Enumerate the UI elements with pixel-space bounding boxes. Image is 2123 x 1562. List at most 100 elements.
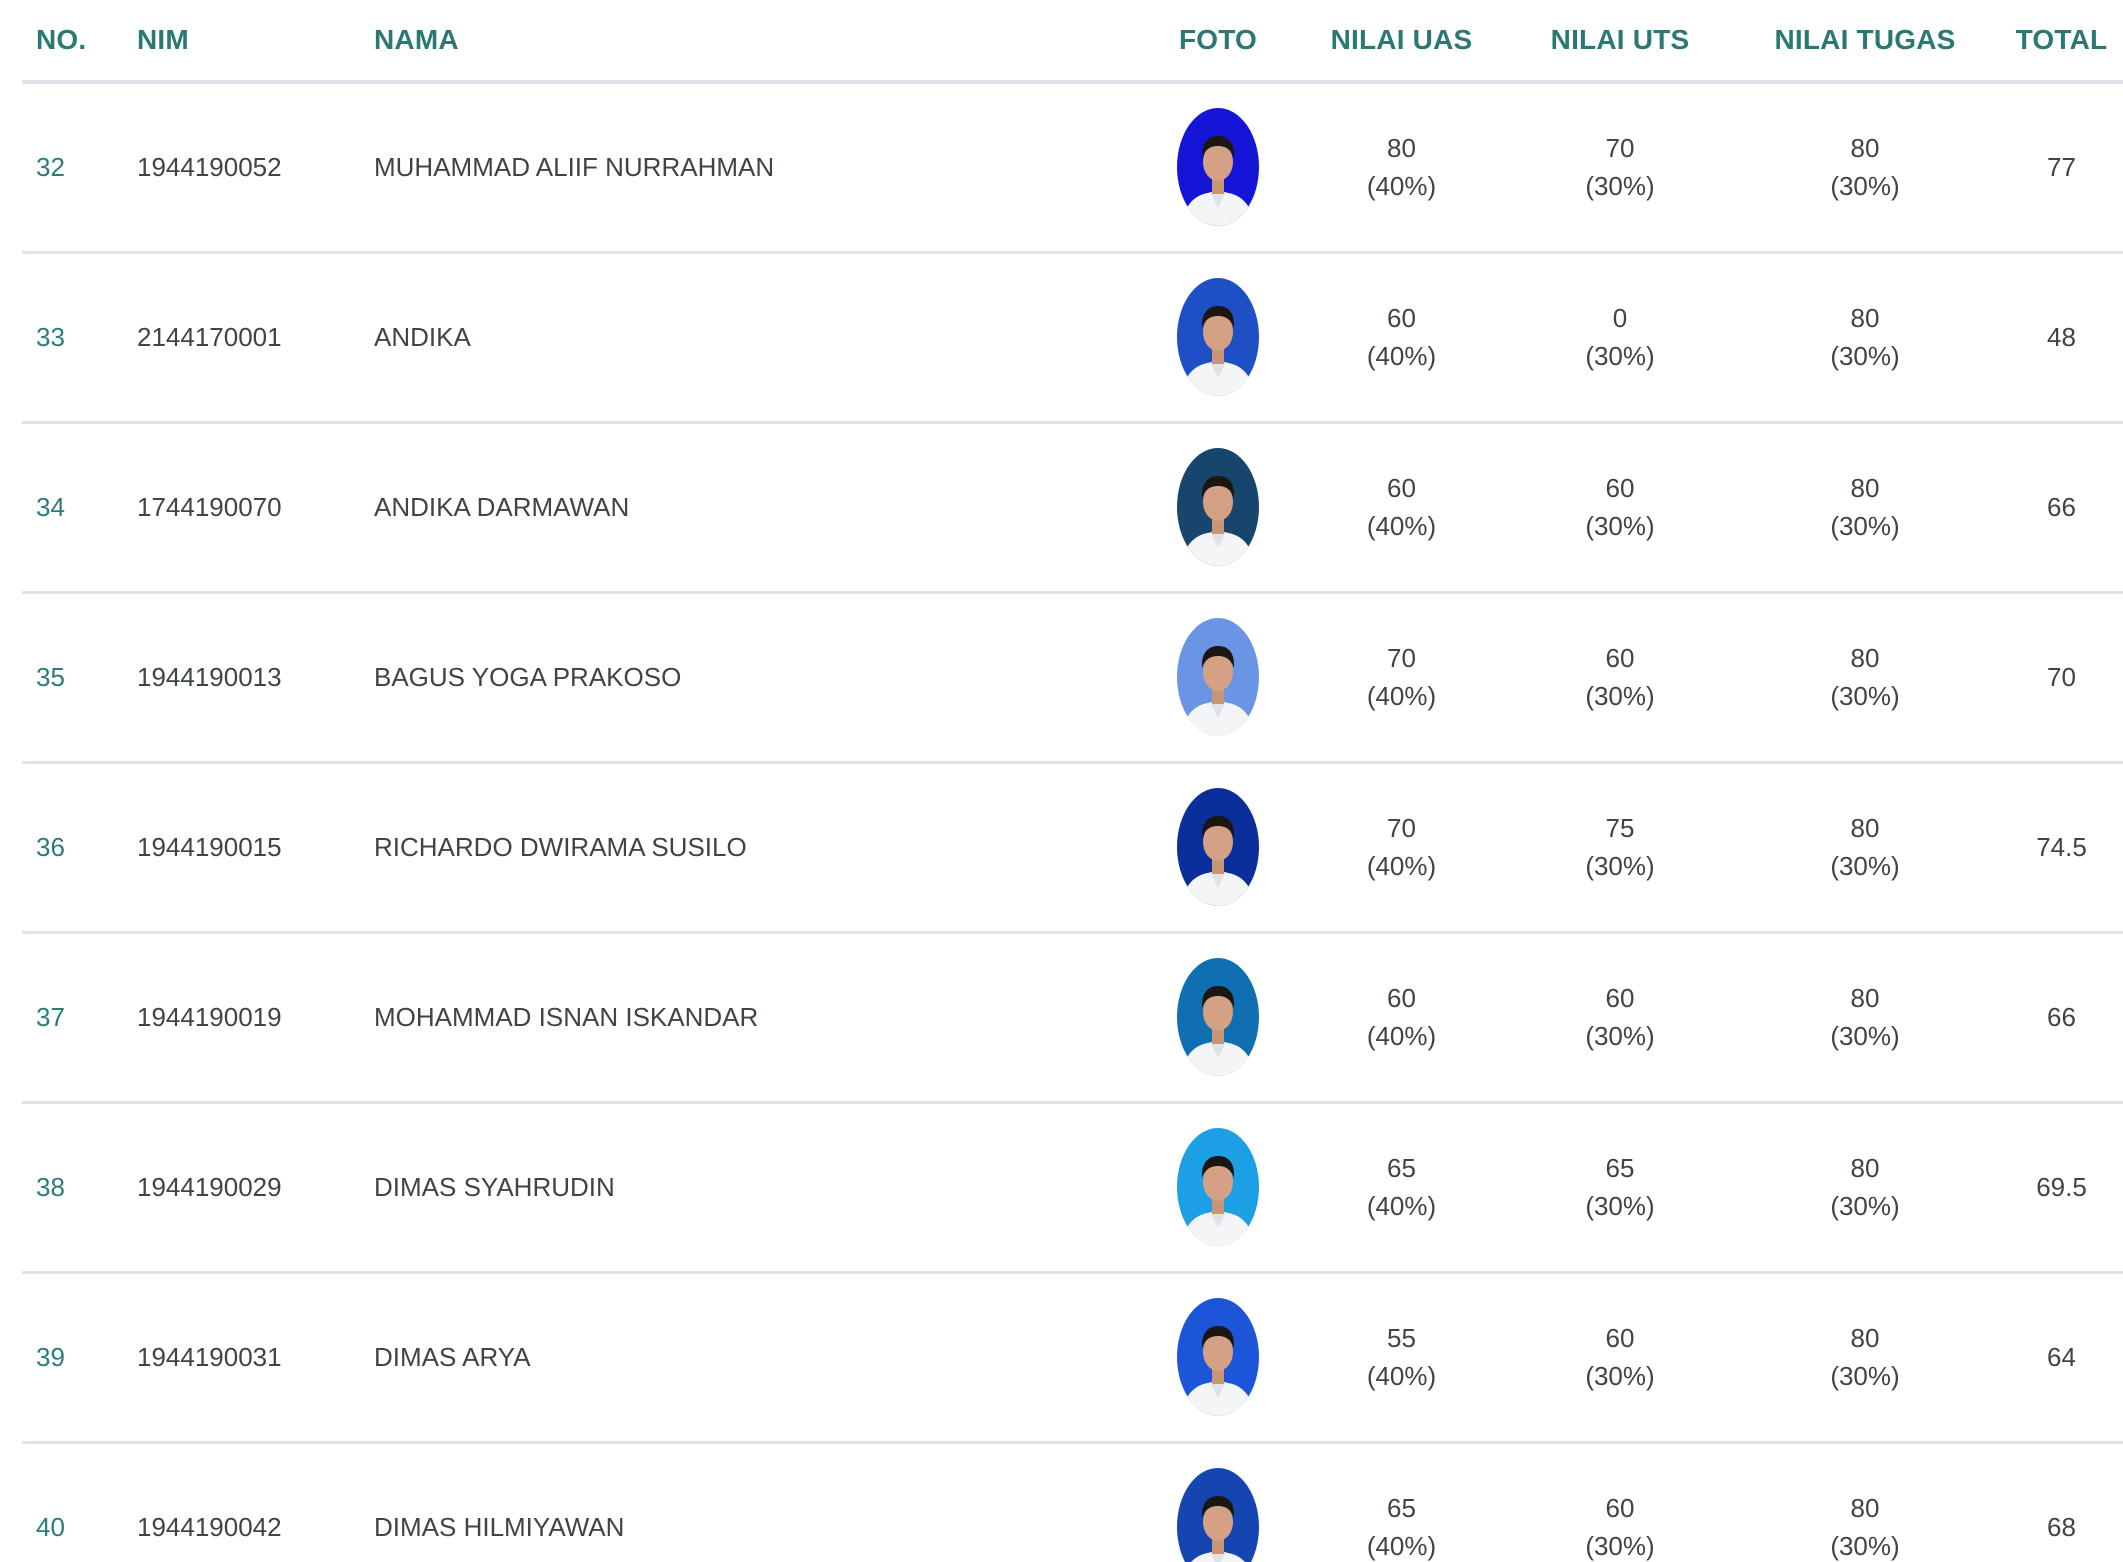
tugas-value: 80 — [1850, 133, 1880, 164]
row-nilai-tugas: 80 (30%) — [1730, 1102, 2000, 1272]
table-row: 39 1944190031 DIMAS ARYA 55 (40%) 60 (30%) — [22, 1272, 2123, 1442]
table-row: 34 1744190070 ANDIKA DARMAWAN 60 (40%) 60… — [22, 422, 2123, 592]
row-foto-cell — [1143, 422, 1293, 592]
row-nama: DIMAS HILMIYAWAN — [374, 1511, 625, 1542]
uas-value: 60 — [1387, 303, 1416, 333]
row-nama: MUHAMMAD ALIIF NURRAHMAN — [374, 151, 775, 182]
row-foto-cell — [1143, 762, 1293, 932]
uts-value: 65 — [1605, 1153, 1635, 1183]
row-nilai-uts: 0 (30%) — [1510, 252, 1730, 422]
uas-value: 70 — [1387, 813, 1416, 843]
row-nilai-uas: 60 (40%) — [1293, 252, 1510, 422]
tugas-weight: (30%) — [1830, 341, 1900, 371]
uas-weight: (40%) — [1366, 1191, 1437, 1221]
student-photo-image — [1177, 1128, 1259, 1246]
row-nim: 1944190019 — [137, 1001, 282, 1032]
row-foto-cell — [1143, 82, 1293, 252]
student-photo[interactable] — [1177, 278, 1259, 396]
tugas-weight: (30%) — [1830, 1361, 1900, 1391]
row-nilai-uas: 60 (40%) — [1293, 422, 1510, 592]
uas-value: 65 — [1387, 1153, 1416, 1183]
row-nilai-tugas: 80 (30%) — [1730, 1272, 2000, 1442]
table-row: 37 1944190019 MOHAMMAD ISNAN ISKANDAR 60… — [22, 932, 2123, 1102]
row-nama: ANDIKA — [374, 321, 471, 352]
uas-weight: (40%) — [1366, 341, 1437, 371]
row-total: 66 — [2047, 491, 2076, 522]
row-total: 66 — [2047, 1001, 2076, 1032]
row-foto-cell — [1143, 932, 1293, 1102]
header-nilai-tugas[interactable]: NILAI TUGAS — [1730, 0, 2000, 84]
student-photo[interactable] — [1177, 958, 1259, 1076]
row-nim: 1944190015 — [137, 831, 282, 862]
row-nim: 1944190013 — [137, 661, 282, 692]
uts-weight: (30%) — [1585, 1361, 1655, 1391]
table-row: 36 1944190015 RICHARDO DWIRAMA SUSILO 70… — [22, 762, 2123, 932]
student-photo[interactable] — [1177, 1128, 1259, 1246]
student-photo[interactable] — [1177, 1468, 1259, 1562]
student-photo-image — [1177, 618, 1259, 736]
row-nilai-uts: 60 (30%) — [1510, 592, 1730, 762]
uts-value: 60 — [1605, 643, 1635, 673]
row-nilai-uts: 65 (30%) — [1510, 1102, 1730, 1272]
student-photo[interactable] — [1177, 788, 1259, 906]
uts-value: 60 — [1605, 1323, 1635, 1353]
uts-weight: (30%) — [1585, 681, 1655, 711]
student-photo-image — [1177, 108, 1259, 227]
header-total[interactable]: TOTAL — [2000, 0, 2123, 84]
tugas-value: 80 — [1850, 1493, 1880, 1523]
row-nilai-uas: 60 (40%) — [1293, 932, 1510, 1102]
uts-weight: (30%) — [1585, 1191, 1655, 1221]
row-no: 33 — [36, 321, 65, 352]
tugas-weight: (30%) — [1830, 511, 1900, 541]
student-photo[interactable] — [1177, 448, 1259, 566]
uts-weight: (30%) — [1585, 511, 1655, 541]
table-row: 33 2144170001 ANDIKA 60 (40%) 0 (30%) 80 (3… — [22, 252, 2123, 422]
header-nim[interactable]: NIM — [137, 0, 374, 84]
row-nilai-uas: 70 (40%) — [1293, 592, 1510, 762]
row-total: 69.5 — [2036, 1171, 2087, 1202]
header-foto: FOTO — [1143, 0, 1293, 84]
student-photo[interactable] — [1177, 108, 1259, 227]
row-nama: ANDIKA DARMAWAN — [374, 491, 630, 522]
uas-weight: (40%) — [1366, 851, 1437, 881]
row-no: 40 — [36, 1511, 65, 1542]
tugas-value: 80 — [1850, 303, 1880, 333]
student-photo-image — [1177, 958, 1259, 1076]
tugas-weight: (30%) — [1830, 681, 1900, 711]
row-nilai-uas: 70 (40%) — [1293, 762, 1510, 932]
table-row: 32 1944190052 MUHAMMAD ALIIF NURRAHMAN 8… — [22, 82, 2123, 252]
student-photo-image — [1177, 788, 1259, 906]
row-foto-cell — [1143, 592, 1293, 762]
student-photo[interactable] — [1177, 618, 1259, 736]
tugas-value: 80 — [1850, 813, 1880, 843]
student-photo-image — [1177, 1298, 1259, 1416]
row-nilai-uts: 70 (30%) — [1510, 82, 1730, 252]
grades-table: NO. NIM NAMA FOTO NILAI UAS NILAI UTS NI… — [22, 0, 2123, 1562]
uts-weight: (30%) — [1585, 1531, 1655, 1561]
grades-page: NO. NIM NAMA FOTO NILAI UAS NILAI UTS NI… — [0, 0, 2123, 1562]
table-row: 38 1944190029 DIMAS SYAHRUDIN 65 (40%) 65… — [22, 1102, 2123, 1272]
header-nilai-uas[interactable]: NILAI UAS — [1293, 0, 1510, 84]
row-no: 38 — [36, 1171, 65, 1202]
student-photo[interactable] — [1177, 1298, 1259, 1416]
tugas-value: 80 — [1850, 473, 1880, 503]
uas-value: 80 — [1387, 133, 1416, 164]
uas-weight: (40%) — [1366, 1361, 1437, 1391]
header-row: NO. NIM NAMA FOTO NILAI UAS NILAI UTS NI… — [22, 0, 2123, 84]
row-nilai-uts: 60 (30%) — [1510, 932, 1730, 1102]
table-body: 32 1944190052 MUHAMMAD ALIIF NURRAHMAN 8… — [22, 82, 2123, 1562]
tugas-weight: (30%) — [1830, 1531, 1900, 1561]
row-nilai-uas: 65 (40%) — [1293, 1102, 1510, 1272]
row-foto-cell — [1143, 1102, 1293, 1272]
tugas-weight: (30%) — [1830, 851, 1900, 881]
tugas-value: 80 — [1850, 643, 1880, 673]
table-row: 40 1944190042 DIMAS HILMIYAWAN 65 (40%) 6… — [22, 1442, 2123, 1562]
header-nama[interactable]: NAMA — [374, 0, 1143, 84]
row-total: 70 — [2047, 661, 2076, 692]
uts-value: 60 — [1605, 473, 1635, 503]
header-no[interactable]: NO. — [22, 0, 137, 84]
uas-weight: (40%) — [1366, 171, 1437, 202]
row-nilai-tugas: 80 (30%) — [1730, 1442, 2000, 1562]
header-nilai-uts[interactable]: NILAI UTS — [1510, 0, 1730, 84]
tugas-weight: (30%) — [1830, 171, 1900, 202]
